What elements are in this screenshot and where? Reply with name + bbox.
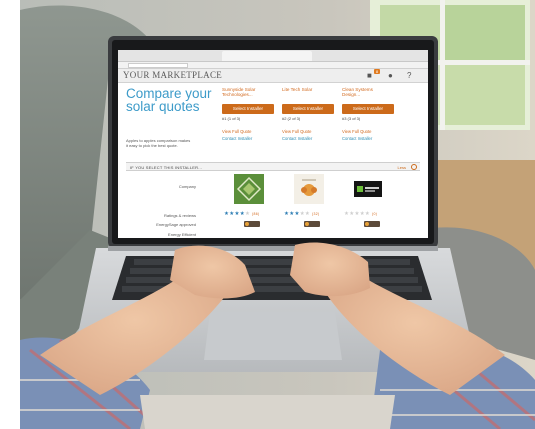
view-full-quote-link[interactable]: View Full Quote: [222, 129, 282, 134]
select-installer-button[interactable]: Select Installer: [342, 104, 394, 114]
rating-stars-2: ★★★★★ (32): [284, 211, 320, 217]
contact-installer-link[interactable]: Contact Installer: [342, 136, 402, 141]
contact-installer-link[interactable]: Contact Installer: [282, 136, 342, 141]
view-full-quote-link[interactable]: View Full Quote: [282, 129, 342, 134]
approved-badge: [244, 221, 260, 227]
review-count: (86): [252, 212, 260, 216]
chat-icon[interactable]: ■: [367, 71, 372, 80]
approved-badge: [304, 221, 320, 227]
intro-line-2: it easy to pick the best quote.: [126, 143, 178, 148]
row-label-efficiency: Energy Efficient: [168, 232, 196, 237]
select-installer-button[interactable]: Select Installer: [222, 104, 274, 114]
laptop-screen: YOUR MARKETPLACE ■ 8 ● ? Compare your so…: [118, 50, 428, 238]
row-label-approved: EnergySage approved: [156, 222, 196, 227]
row-label-company: Company: [178, 184, 196, 189]
installer-rank: #2 (2 of 3): [282, 116, 301, 121]
installer-name[interactable]: Clean Systems Design...: [342, 87, 402, 101]
less-toggle[interactable]: Less: [398, 165, 406, 170]
notification-badge: 8: [374, 69, 380, 74]
section-toggle-bar[interactable]: IF YOU SELECT THIS INSTALLER... Less: [126, 162, 420, 171]
rating-stars-3: ★★★★★ (0): [344, 211, 378, 217]
approved-badge: [364, 221, 380, 227]
title-line-2: solar quotes: [126, 99, 200, 114]
intro-text: Apples to apples comparison makes it eas…: [126, 138, 226, 148]
installer-rank: #3 (3 of 3): [342, 116, 361, 121]
lock-icon[interactable]: ●: [388, 71, 393, 80]
installer-name[interactable]: Lite Tech Solar: [282, 87, 342, 101]
window-controls[interactable]: [122, 54, 142, 67]
contact-installer-link[interactable]: Contact Installer: [222, 136, 282, 141]
review-count: (0): [371, 212, 378, 216]
installer-name[interactable]: Sunnyside Solar Technologies...: [222, 87, 282, 101]
address-bar[interactable]: [118, 62, 428, 69]
view-full-quote-link[interactable]: View Full Quote: [342, 129, 402, 134]
laptop-hinge: [108, 246, 438, 251]
collapse-icon[interactable]: [411, 164, 417, 170]
browser-tab[interactable]: [222, 51, 312, 61]
installer-logo-3: [354, 181, 382, 197]
select-installer-button[interactable]: Select Installer: [282, 104, 334, 114]
trackpad: [204, 312, 342, 360]
installer-logo-2: [294, 174, 324, 204]
installer-column-1: Sunnyside Solar Technologies... Select In…: [222, 87, 282, 141]
installer-logo-1: [234, 174, 264, 204]
help-icon[interactable]: ?: [407, 71, 411, 80]
installer-rank: #1 (1 of 3): [222, 116, 241, 121]
review-count: (32): [312, 212, 320, 216]
left-margin: [0, 0, 20, 429]
installer-column-2: Lite Tech Solar Select Installer #2 (2 o…: [282, 87, 342, 141]
site-brand[interactable]: YOUR MARKETPLACE: [123, 70, 222, 80]
row-label-ratings: Ratings & reviews: [163, 213, 196, 218]
url-field[interactable]: [128, 63, 188, 68]
rating-stars-1: ★★★★★ (86): [224, 211, 260, 217]
site-header: YOUR MARKETPLACE ■ 8 ● ?: [118, 69, 428, 83]
browser-tab-bar: [118, 50, 428, 67]
section-label: IF YOU SELECT THIS INSTALLER...: [130, 164, 203, 170]
page-title: Compare your solar quotes: [126, 87, 226, 114]
installer-column-3: Clean Systems Design... Select Installer …: [342, 87, 402, 141]
